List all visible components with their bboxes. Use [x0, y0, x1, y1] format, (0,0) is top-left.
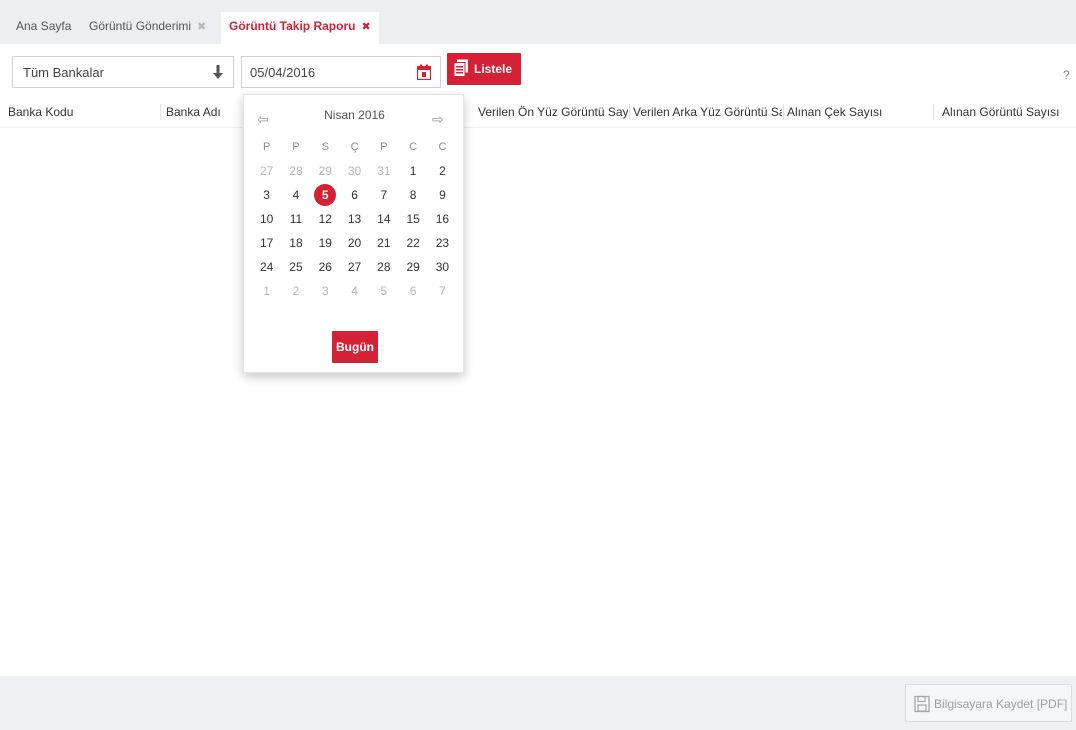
calendar-day[interactable]: 7	[369, 183, 398, 207]
calendar-day[interactable]: 29	[398, 255, 427, 279]
week-row: 1234567	[252, 279, 457, 303]
calendar-day[interactable]: 1	[252, 279, 281, 303]
tab-goruntu-gonderimi[interactable]: Görüntü Gönderimi ✖	[83, 12, 212, 44]
report-table-header: Banka Kodu Banka Adı Verilen Ön Yüz Görü…	[0, 96, 1076, 128]
calendar-day[interactable]: 14	[369, 207, 398, 231]
date-input-value: 05/04/2016	[250, 65, 316, 80]
weekday-label: S	[321, 141, 329, 153]
filter-toolbar: Tüm Bankalar 05/04/2016 Listele ?	[0, 44, 1076, 96]
list-button-label: Listele	[474, 62, 513, 76]
column-divider[interactable]	[933, 104, 934, 120]
calendar-day[interactable]: 28	[369, 255, 398, 279]
footer-bar: Bilgisayara Kaydet [PDF]	[0, 676, 1076, 730]
calendar-day[interactable]: 6	[340, 183, 369, 207]
calendar-day[interactable]: 9	[428, 183, 457, 207]
datepicker-day-grid: P P S Ç P C C 27 28 29 30 31 1 2 3 4 5 6 7 8 9 10 11 12 13 14 15 16…	[252, 135, 457, 303]
column-header[interactable]: Verilen Ön Yüz Görüntü Sayısı	[478, 96, 628, 128]
weekday-label: P	[262, 141, 271, 153]
weekday-label: P	[380, 141, 388, 153]
calendar-day[interactable]: 20	[340, 231, 369, 255]
close-icon[interactable]: ✖	[361, 21, 370, 33]
calendar-icon[interactable]	[417, 64, 431, 80]
weekday-header-row: PPSÇPCC	[252, 135, 457, 159]
list-button[interactable]: Listele	[447, 53, 521, 85]
week-row: 10 11 12 13 14 15 16	[252, 207, 457, 231]
weekday-label: C	[438, 141, 447, 153]
calendar-day[interactable]: 23	[428, 231, 457, 255]
column-divider[interactable]	[629, 104, 630, 120]
calendar-day[interactable]: 4	[281, 183, 310, 207]
calendar-day[interactable]: 21	[369, 231, 398, 255]
calendar-day[interactable]: 13	[340, 207, 369, 231]
tab-goruntu-takip-raporu[interactable]: Görüntü Takip Raporu ✖	[221, 12, 379, 44]
arrow-down-icon	[213, 65, 223, 79]
calendar-day[interactable]: 18	[281, 231, 310, 255]
calendar-day[interactable]: 22	[398, 231, 427, 255]
calendar-day[interactable]: 25	[281, 255, 310, 279]
calendar-day[interactable]: 15	[398, 207, 427, 231]
week-row: 24 25 26 27 28 29 30	[252, 255, 457, 279]
weekday-label: Ç	[350, 141, 359, 153]
column-header[interactable]: Alınan Görüntü Sayısı	[942, 96, 1072, 128]
column-header[interactable]: Verilen Arka Yüz Görüntü Sayısı	[633, 96, 782, 128]
week-row: 17 18 19 20 21 22 23	[252, 231, 457, 255]
floppy-disk-icon	[914, 695, 930, 713]
calendar-day[interactable]: 17	[252, 231, 281, 255]
column-header[interactable]: Banka Kodu	[8, 96, 158, 128]
calendar-day[interactable]: 19	[311, 231, 340, 255]
tab-label: Görüntü Takip Raporu	[229, 19, 356, 33]
weekday-label: P	[292, 141, 300, 153]
close-icon[interactable]: ✖	[197, 21, 206, 33]
calendar-day[interactable]: 8	[398, 183, 427, 207]
tab-ana-sayfa[interactable]: Ana Sayfa	[10, 12, 77, 44]
week-row: 27 28 29 30 31 1 2	[252, 159, 457, 183]
calendar-day[interactable]: 27	[340, 255, 369, 279]
calendar-day[interactable]: 5	[369, 279, 398, 303]
document-list-icon	[453, 59, 468, 77]
next-month-arrow-icon[interactable]: ⇨	[432, 111, 444, 128]
calendar-day[interactable]: 10	[252, 207, 281, 231]
calendar-day-selected[interactable]: 5	[311, 183, 340, 207]
bank-select-value: Tüm Bankalar	[23, 65, 104, 80]
calendar-day[interactable]: 29	[311, 159, 340, 183]
calendar-day[interactable]: 1	[398, 159, 427, 183]
calendar-day[interactable]: 27	[252, 159, 281, 183]
bank-select[interactable]: Tüm Bankalar	[12, 56, 234, 88]
datepicker-popup: ⇦ Nisan 2016 ⇨ P P S Ç P C C 27 28 29 30 31 1 2 3 4 5 6 7 8…	[243, 94, 464, 373]
tab-bar: Ana Sayfa Görüntü Gönderimi ✖ Görüntü Tak…	[0, 0, 1076, 44]
week-row: 3456789	[252, 183, 457, 207]
calendar-day[interactable]: 26	[311, 255, 340, 279]
report-table-body	[0, 129, 1076, 676]
save-pdf-button-label: Bilgisayara Kaydet [PDF]	[934, 697, 1068, 711]
calendar-day[interactable]: 11	[281, 207, 310, 231]
calendar-day[interactable]: 28	[281, 159, 310, 183]
selected-day-marker: 5	[314, 184, 337, 206]
weekday-label: C	[409, 141, 418, 153]
calendar-day[interactable]: 4	[340, 279, 369, 303]
calendar-day[interactable]: 2	[428, 159, 457, 183]
today-button[interactable]: Bugün	[332, 331, 378, 363]
date-input[interactable]: 05/04/2016	[241, 56, 441, 88]
calendar-day[interactable]: 31	[369, 159, 398, 183]
calendar-day[interactable]: 3	[252, 183, 281, 207]
help-link[interactable]: ?	[1063, 68, 1070, 82]
calendar-day[interactable]: 12	[311, 207, 340, 231]
calendar-day[interactable]: 3	[311, 279, 340, 303]
calendar-day[interactable]: 24	[252, 255, 281, 279]
column-divider[interactable]	[160, 104, 161, 120]
calendar-day[interactable]: 6	[398, 279, 427, 303]
column-header[interactable]: Alınan Çek Sayısı	[787, 96, 932, 128]
calendar-day[interactable]: 16	[428, 207, 457, 231]
tab-label: Ana Sayfa	[16, 19, 72, 33]
column-divider[interactable]	[783, 104, 784, 120]
calendar-day[interactable]: 2	[281, 279, 310, 303]
save-pdf-button[interactable]: Bilgisayara Kaydet [PDF]	[905, 684, 1072, 722]
calendar-day[interactable]: 30	[428, 255, 457, 279]
tab-label: Görüntü Gönderimi	[89, 19, 192, 33]
calendar-day[interactable]: 7	[428, 279, 457, 303]
calendar-day[interactable]: 30	[340, 159, 369, 183]
